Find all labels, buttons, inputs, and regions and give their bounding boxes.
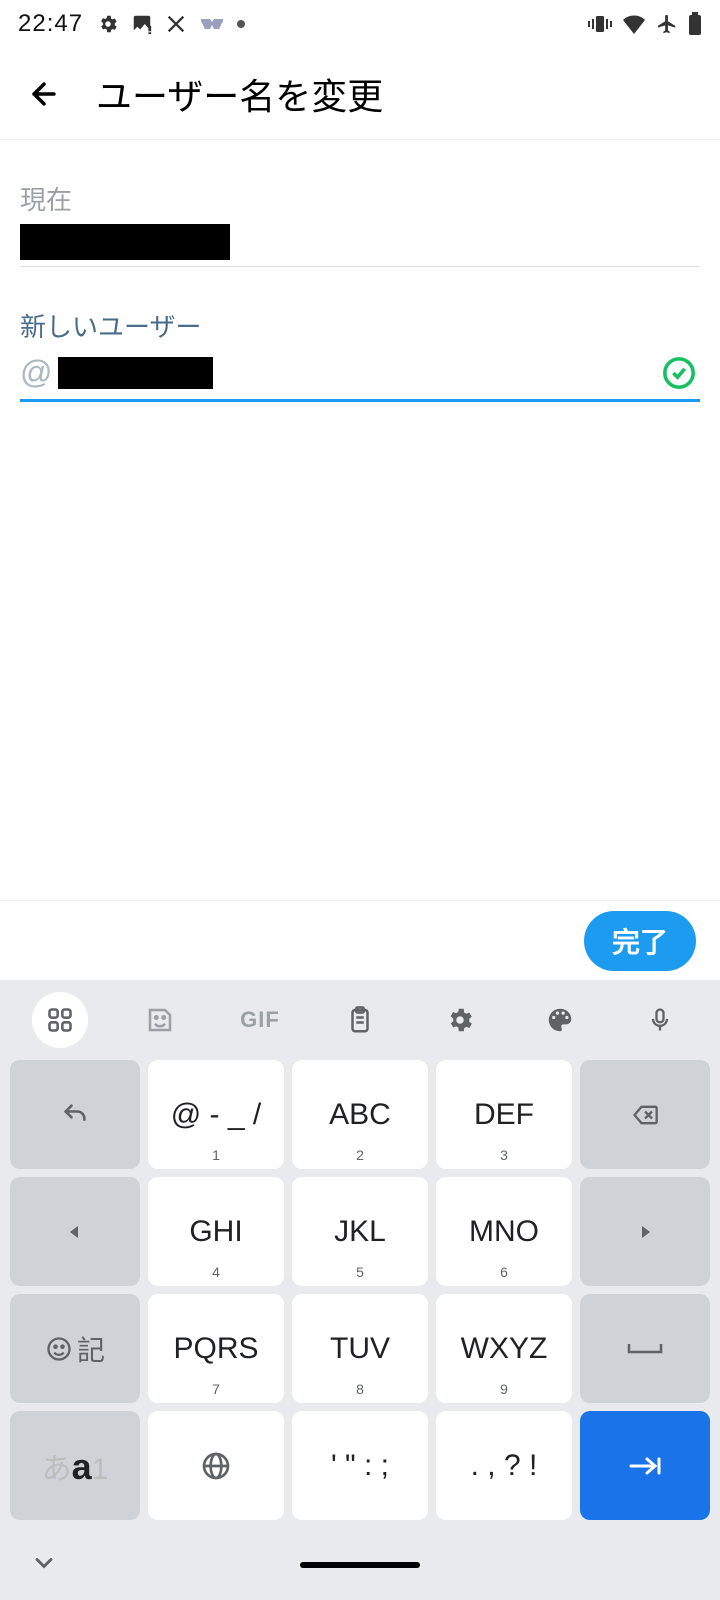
username-input[interactable]	[219, 356, 700, 390]
current-username-block: 現在	[20, 140, 700, 267]
keyboard-apps-icon[interactable]	[32, 992, 88, 1048]
keyboard: GIF @ - _ /1 ABC2 DEF3 GHI4 JKL5 MN	[0, 980, 720, 1600]
globe-key[interactable]	[148, 1411, 284, 1520]
x-icon	[165, 13, 187, 35]
new-username-input-row[interactable]: @	[20, 350, 700, 402]
emoji-mode-key[interactable]: 記	[10, 1294, 140, 1403]
redacted-current-username	[20, 224, 230, 260]
at-symbol: @	[20, 354, 52, 391]
key-punct-2[interactable]: . , ? !	[436, 1411, 572, 1520]
right-key[interactable]	[580, 1177, 710, 1286]
new-username-block: 新しいユーザー @	[20, 267, 700, 402]
key-tuv[interactable]: TUV8	[292, 1294, 428, 1403]
key-wxyz[interactable]: WXYZ9	[436, 1294, 572, 1403]
more-dot-icon	[237, 20, 245, 28]
form-content: 現在 新しいユーザー @	[0, 140, 720, 402]
page-title: ユーザー名を変更	[96, 68, 383, 120]
back-button[interactable]	[20, 70, 68, 118]
key-symbols-1[interactable]: @ - _ /1	[148, 1060, 284, 1169]
keyboard-toolbar: GIF	[0, 980, 720, 1060]
space-key[interactable]	[580, 1294, 710, 1403]
enter-key[interactable]	[580, 1411, 710, 1520]
image-alert-icon	[131, 13, 153, 35]
new-username-label: 新しいユーザー	[20, 307, 700, 344]
statusbar-time: 22:47	[18, 10, 83, 38]
done-button[interactable]: 完了	[584, 911, 696, 971]
redacted-new-username	[58, 357, 213, 389]
mic-icon[interactable]	[632, 992, 688, 1048]
vibrate-icon	[588, 14, 612, 34]
keyboard-collapse-icon[interactable]	[30, 1549, 58, 1582]
battery-icon	[688, 12, 702, 36]
system-navbar	[0, 1530, 720, 1600]
airplane-icon	[656, 13, 678, 35]
key-abc[interactable]: ABC2	[292, 1060, 428, 1169]
current-username-value	[20, 223, 700, 267]
gif-icon[interactable]: GIF	[232, 992, 288, 1048]
key-pqrs[interactable]: PQRS7	[148, 1294, 284, 1403]
glasses-icon	[199, 17, 225, 31]
backspace-key[interactable]	[580, 1060, 710, 1169]
key-def[interactable]: DEF3	[436, 1060, 572, 1169]
home-indicator[interactable]	[300, 1562, 420, 1568]
wifi-icon	[622, 14, 646, 34]
done-bar: 完了	[0, 900, 720, 980]
keyboard-grid: @ - _ /1 ABC2 DEF3 GHI4 JKL5 MNO6 記 PQRS…	[0, 1060, 720, 1530]
palette-icon[interactable]	[532, 992, 588, 1048]
appbar: ユーザー名を変更	[0, 48, 720, 140]
settings-gear-icon[interactable]	[432, 992, 488, 1048]
undo-key[interactable]	[10, 1060, 140, 1169]
check-valid-icon	[662, 356, 696, 390]
sticker-icon[interactable]	[132, 992, 188, 1048]
clipboard-icon[interactable]	[332, 992, 388, 1048]
key-mno[interactable]: MNO6	[436, 1177, 572, 1286]
key-jkl[interactable]: JKL5	[292, 1177, 428, 1286]
input-mode-key[interactable]: あa1	[10, 1411, 140, 1520]
key-punct-1[interactable]: ' " : ;	[292, 1411, 428, 1520]
current-username-label: 現在	[20, 180, 700, 217]
statusbar: 22:47	[0, 0, 720, 48]
settings-icon	[97, 13, 119, 35]
left-key[interactable]	[10, 1177, 140, 1286]
key-ghi[interactable]: GHI4	[148, 1177, 284, 1286]
